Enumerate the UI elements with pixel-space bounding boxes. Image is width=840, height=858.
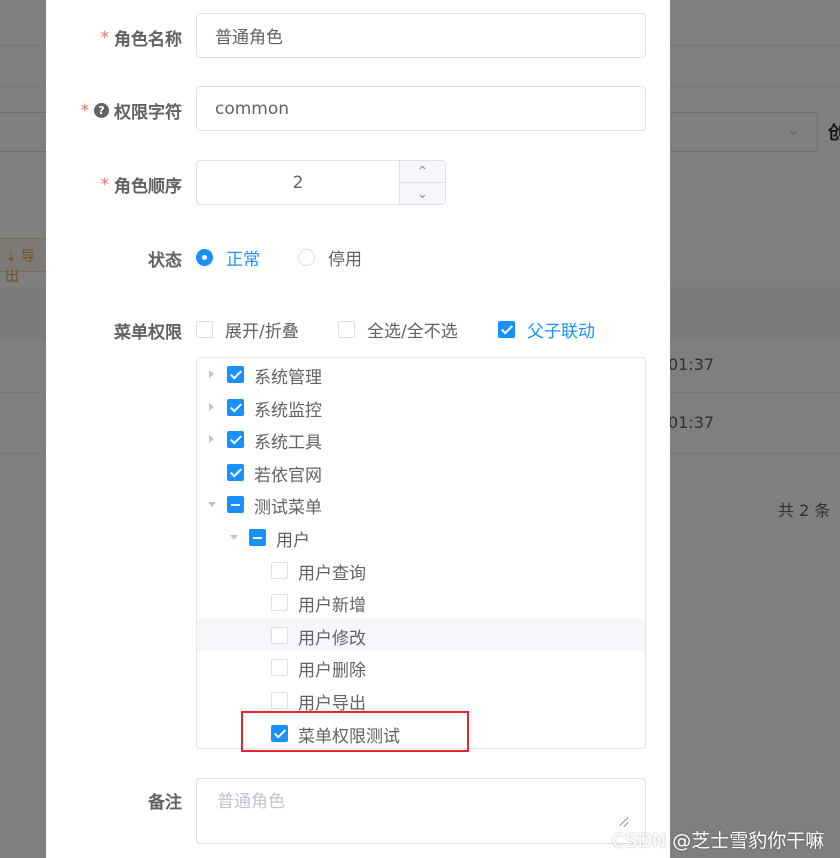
expand-collapse-checkbox[interactable]: 展开/折叠: [196, 317, 299, 342]
checkbox-label: 全选/全不选: [367, 322, 458, 342]
menu-perm-label: 菜单权限: [114, 323, 182, 343]
tree-node-checkbox[interactable]: [271, 692, 288, 709]
tree-node[interactable]: 用户修改: [197, 618, 645, 651]
watermark: CSDN @芝士雪豹你干嘛: [612, 830, 825, 852]
caret-down-icon[interactable]: [230, 535, 238, 540]
status-radio-disabled[interactable]: 停用: [298, 245, 362, 270]
tree-node-label: 系统工具: [254, 433, 322, 454]
tree-node-label: 用户: [276, 531, 310, 551]
tree-node[interactable]: 若依官网: [197, 456, 645, 488]
required-mark: *: [80, 100, 90, 121]
role-order-value[interactable]: 2: [197, 161, 399, 204]
question-circle-icon[interactable]: ?: [94, 103, 109, 118]
chevron-up-icon: ⌃: [416, 163, 429, 180]
tree-node-checkbox[interactable]: [271, 659, 288, 677]
caret-down-icon[interactable]: [208, 502, 216, 508]
select-all-checkbox[interactable]: 全选/全不选: [338, 317, 458, 342]
tree-node-label: 用户新增: [298, 596, 366, 617]
role-name-label: * 角色名称: [100, 25, 183, 51]
tree-node-label: 用户查询: [298, 563, 366, 584]
role-order-label-text: 角色顺序: [114, 177, 182, 197]
checkbox-box[interactable]: [196, 321, 213, 338]
increase-button[interactable]: ⌃: [400, 161, 445, 182]
tree-node[interactable]: 系统工具: [197, 423, 645, 455]
required-mark: *: [100, 27, 110, 48]
checkbox-box[interactable]: [498, 321, 515, 338]
tree-node-checkbox[interactable]: [271, 626, 288, 644]
tree-node[interactable]: 测试菜单: [197, 488, 645, 520]
remark-label: 备注: [148, 793, 182, 813]
tree-node[interactable]: 用户新增: [197, 586, 645, 618]
tree-node-label: 用户修改: [298, 628, 366, 649]
menu-tree: 系统管理 系统监控 系统工具 若依官网 测试菜单 用户 用户查询 用户新增 用户修改 用户删除 用户…: [196, 357, 646, 749]
caret-right-icon[interactable]: [209, 402, 214, 411]
tree-node[interactable]: 用户删除: [197, 651, 645, 683]
radio-dot[interactable]: [196, 249, 213, 266]
status-label: 状态: [148, 251, 182, 271]
role-key-label-text: 权限字符: [114, 103, 182, 123]
caret-right-icon[interactable]: [209, 370, 214, 378]
tree-node[interactable]: 用户查询: [197, 554, 645, 586]
status-radio-normal[interactable]: 正常: [196, 245, 260, 270]
tree-node-checkbox[interactable]: [271, 594, 288, 612]
tree-node-checkbox[interactable]: [227, 398, 244, 416]
tree-node-checkbox[interactable]: [227, 431, 244, 449]
required-mark: *: [100, 174, 110, 195]
tree-node[interactable]: 系统监控: [197, 391, 645, 423]
role-key-label: * ? 权限字符: [80, 98, 183, 124]
tree-node-checkbox[interactable]: [227, 463, 244, 481]
tree-node-label: 用户删除: [298, 661, 366, 682]
checkbox-label: 展开/折叠: [225, 322, 299, 342]
role-name-input[interactable]: 普通角色: [196, 13, 646, 58]
tree-node-checkbox[interactable]: [249, 529, 266, 546]
tree-node-checkbox[interactable]: [227, 496, 244, 514]
role-order-label: * 角色顺序: [100, 172, 183, 198]
checkbox-label: 父子联动: [527, 322, 595, 342]
parent-child-link-checkbox[interactable]: 父子联动: [498, 317, 595, 342]
role-order-stepper[interactable]: 2 ⌃ ⌄: [196, 160, 446, 205]
caret-right-icon[interactable]: [209, 435, 214, 444]
tree-node-checkbox[interactable]: [271, 561, 288, 579]
tree-node[interactable]: 用户: [197, 521, 645, 553]
annotation-highlight-box: [241, 711, 469, 752]
tree-node-label: 系统管理: [254, 368, 322, 388]
role-key-input[interactable]: common: [196, 86, 646, 131]
tree-node-label: 测试菜单: [254, 498, 322, 519]
stepper-controls: ⌃ ⌄: [399, 161, 445, 204]
radio-dot[interactable]: [298, 249, 315, 266]
tree-node[interactable]: 系统管理: [197, 358, 645, 390]
radio-label: 正常: [226, 250, 260, 270]
decrease-button[interactable]: ⌄: [400, 182, 445, 204]
radio-label: 停用: [328, 250, 362, 270]
tree-node-label: 若依官网: [254, 465, 322, 486]
remark-textarea[interactable]: 普通角色: [196, 778, 646, 844]
checkbox-box[interactable]: [338, 321, 355, 338]
tree-node-label: 系统监控: [254, 400, 322, 421]
tree-node-checkbox[interactable]: [227, 366, 244, 383]
chevron-down-icon: ⌄: [416, 185, 429, 202]
role-name-label-text: 角色名称: [114, 30, 182, 50]
